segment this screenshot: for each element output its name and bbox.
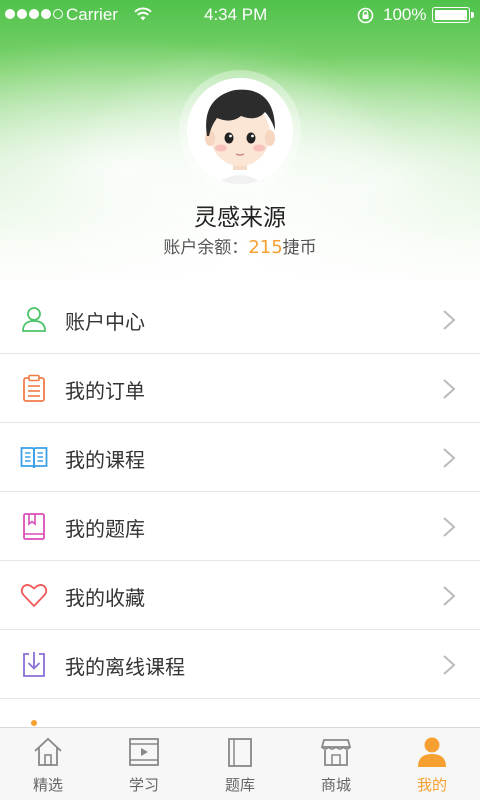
video-icon: [129, 738, 159, 766]
tab-bar: 精选 学习 题库 商城 我的: [0, 727, 480, 800]
signal-strength-icon: [5, 9, 63, 19]
wifi-icon: [134, 7, 152, 21]
chevron-right-icon: [443, 379, 456, 399]
menu-item-my-courses[interactable]: 我的课程: [0, 423, 480, 492]
clock: 4:34 PM: [204, 5, 268, 24]
balance-unit: 捷币: [282, 238, 317, 258]
menu-item-label: 我的题库: [65, 517, 145, 541]
menu-item-my-offline-courses[interactable]: 我的离线课程: [0, 630, 480, 699]
tab-label: 商城: [320, 776, 351, 794]
chevron-right-icon: [443, 586, 456, 606]
chevron-right-icon: [443, 517, 456, 537]
book-icon: [228, 738, 252, 767]
avatar[interactable]: [187, 78, 293, 184]
battery-percent: 100%: [383, 5, 427, 24]
profile-header: Carrier 4:34 PM 100% 灵感来源 账户余额：215捷币: [0, 0, 480, 285]
menu-item-partial[interactable]: [0, 699, 480, 729]
person-icon: [22, 307, 46, 332]
tab-study[interactable]: 学习: [96, 728, 192, 800]
avatar-image: [187, 78, 293, 184]
rotation-lock-icon: [357, 7, 374, 24]
open-book-icon: [20, 447, 48, 469]
tab-mine[interactable]: 我的: [384, 728, 480, 800]
account-balance: 账户余额：215捷币: [0, 233, 480, 258]
menu-item-my-question-bank[interactable]: 我的题库: [0, 492, 480, 561]
chevron-right-icon: [443, 655, 456, 675]
status-bar: Carrier 4:34 PM 100%: [0, 0, 480, 30]
profile-menu: 账户中心 我的订单 我的课程 我的题库 我的收藏 我的离线课程: [0, 285, 480, 729]
clipboard-icon: [23, 374, 45, 402]
tab-label: 精选: [32, 776, 63, 794]
chevron-right-icon: [443, 448, 456, 468]
tab-store[interactable]: 商城: [288, 728, 384, 800]
menu-item-label: 我的离线课程: [65, 655, 185, 679]
tab-label: 我的: [416, 776, 447, 794]
menu-item-account-center[interactable]: 账户中心: [0, 285, 480, 354]
tab-label: 题库: [224, 776, 255, 794]
tab-question-bank[interactable]: 题库: [192, 728, 288, 800]
store-icon: [320, 739, 352, 766]
tab-label: 学习: [128, 776, 159, 794]
menu-item-my-favorites[interactable]: 我的收藏: [0, 561, 480, 630]
menu-item-label: 我的课程: [65, 448, 145, 472]
menu-item-my-orders[interactable]: 我的订单: [0, 354, 480, 423]
heart-icon: [20, 584, 48, 607]
user-icon: [418, 737, 446, 767]
menu-item-label: 我的收藏: [65, 586, 145, 610]
balance-label: 账户余额：: [163, 238, 249, 258]
carrier-label: Carrier: [66, 5, 118, 24]
battery-icon: [432, 7, 474, 23]
home-icon: [34, 737, 62, 766]
chevron-right-icon: [443, 310, 456, 330]
menu-item-label: 我的订单: [65, 379, 145, 403]
tab-featured[interactable]: 精选: [0, 728, 96, 800]
download-icon: [23, 652, 45, 677]
balance-amount: 215: [248, 237, 283, 258]
bookmark-book-icon: [23, 513, 45, 540]
username: 灵感来源: [194, 205, 286, 231]
menu-item-label: 账户中心: [65, 310, 145, 334]
